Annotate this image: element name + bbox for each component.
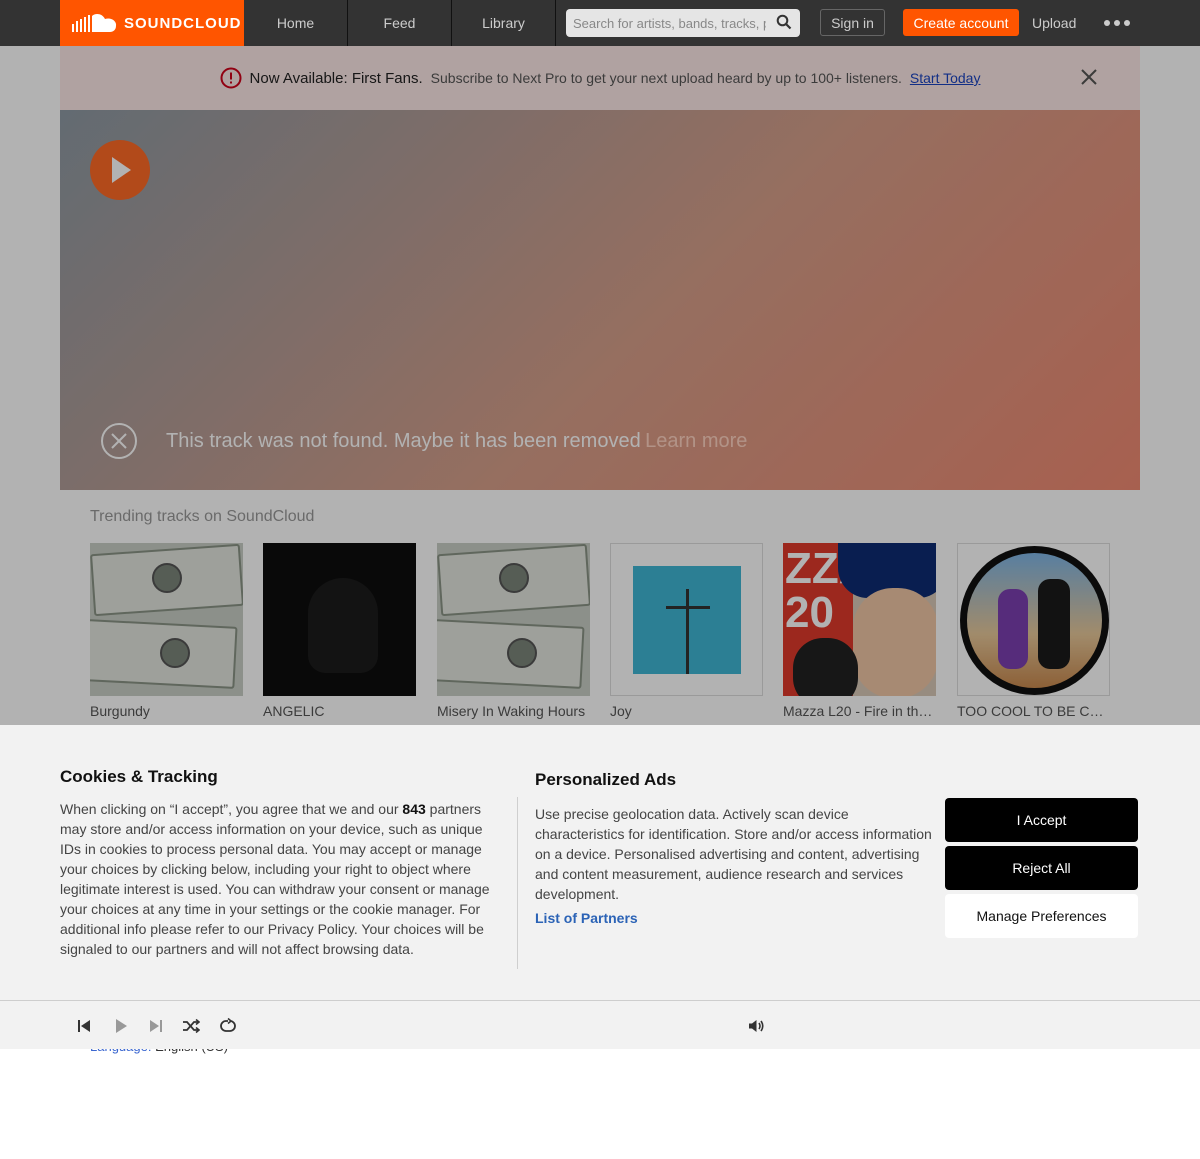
partners-count: 843 <box>402 801 426 817</box>
manage-preferences-button[interactable]: Manage Preferences <box>945 894 1138 938</box>
skip-back-icon[interactable] <box>75 1017 93 1035</box>
reject-all-button[interactable]: Reject All <box>945 846 1138 890</box>
personalized-ads-info: Personalized Ads Use precise geolocation… <box>535 770 935 926</box>
divider <box>517 797 518 969</box>
cookie-info: Cookies & Tracking When clicking on “I a… <box>60 767 505 959</box>
upload-link[interactable]: Upload <box>1032 0 1076 46</box>
soundcloud-logo[interactable]: SOUNDCLOUD <box>60 0 244 46</box>
nav-feed[interactable]: Feed <box>348 0 452 46</box>
more-icon[interactable] <box>1104 16 1130 30</box>
nav-home[interactable]: Home <box>244 0 348 46</box>
modal-dim-overlay <box>0 46 1200 725</box>
nav-library[interactable]: Library <box>452 0 556 46</box>
play-icon[interactable] <box>112 1017 130 1035</box>
accept-button[interactable]: I Accept <box>945 798 1138 842</box>
volume-icon[interactable] <box>747 1017 765 1035</box>
cookie-title: Cookies & Tracking <box>60 767 218 786</box>
top-header: SOUNDCLOUD Home Feed Library Sign in Cre… <box>0 0 1200 46</box>
personalized-ads-title: Personalized Ads <box>535 770 677 789</box>
personalized-ads-text: Use precise geolocation data. Actively s… <box>535 806 932 902</box>
soundcloud-logo-icon <box>72 14 117 32</box>
create-account-button[interactable]: Create account <box>903 9 1019 36</box>
search-input[interactable] <box>566 10 766 36</box>
cookie-text: When clicking on “I accept”, you agree t… <box>60 801 490 957</box>
sign-in-button[interactable]: Sign in <box>820 9 885 36</box>
player-bar <box>0 1000 1200 1049</box>
list-of-partners-link[interactable]: List of Partners <box>535 910 935 926</box>
cookie-consent-dialog: Cookies & Tracking When clicking on “I a… <box>0 725 1200 1000</box>
search-box <box>566 9 800 37</box>
skip-forward-icon[interactable] <box>147 1017 165 1035</box>
logo-text: SOUNDCLOUD <box>124 14 242 32</box>
repeat-icon[interactable] <box>219 1017 237 1035</box>
shuffle-icon[interactable] <box>182 1017 201 1035</box>
search-icon[interactable] <box>776 14 792 30</box>
